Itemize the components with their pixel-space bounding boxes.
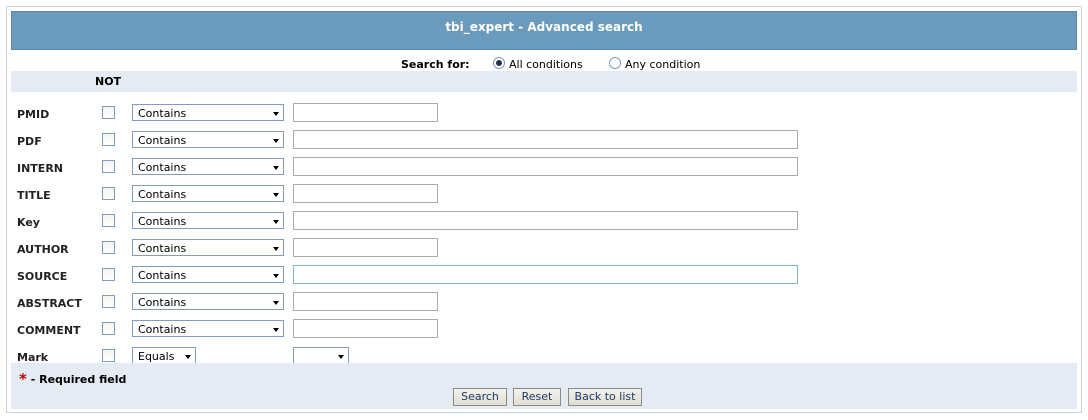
chevron-down-icon [185,355,191,359]
field-label: TITLE [17,189,51,202]
required-field-note: * - Required field [19,369,127,388]
not-checkbox[interactable] [102,187,115,200]
value-input[interactable] [293,184,438,203]
field-label: COMMENT [17,324,81,337]
not-header-band: NOT [11,71,1077,92]
value-input[interactable] [293,157,798,176]
operator-value: Equals [138,350,175,363]
operator-value: Contains [138,215,187,228]
reset-button[interactable]: Reset [513,388,561,406]
chevron-down-icon [273,193,279,197]
not-checkbox[interactable] [102,106,115,119]
chevron-down-icon [338,355,344,359]
field-row-author: AUTHOR Contains [11,235,1077,262]
form-footer: * - Required field Search Reset Back to … [11,363,1077,409]
chevron-down-icon [273,112,279,116]
operator-value: Contains [138,188,187,201]
chevron-down-icon [273,274,279,278]
field-row-abstract: ABSTRACT Contains [11,289,1077,316]
page-title: tbi_expert - Advanced search [445,20,643,34]
field-label: ABSTRACT [17,297,82,310]
chevron-down-icon [273,328,279,332]
chevron-down-icon [273,139,279,143]
chevron-down-icon [273,247,279,251]
not-checkbox[interactable] [102,322,115,335]
value-input[interactable] [293,130,798,149]
not-checkbox[interactable] [102,349,115,362]
field-label: PMID [17,108,50,121]
not-column-header: NOT [95,75,122,88]
value-input[interactable] [293,103,438,122]
operator-value: Contains [138,161,187,174]
value-input[interactable] [293,319,438,338]
field-label: SOURCE [17,270,68,283]
operator-select[interactable]: Contains [132,104,284,121]
operator-select[interactable]: Contains [132,239,284,256]
field-row-source: SOURCE Contains [11,262,1077,289]
not-checkbox[interactable] [102,268,115,281]
field-row-title: TITLE Contains [11,181,1077,208]
panel-header: tbi_expert - Advanced search [11,11,1077,50]
value-input[interactable] [293,238,438,257]
any-condition-label[interactable]: Any condition [625,58,700,71]
field-row-key: Key Contains [11,208,1077,235]
search-button[interactable]: Search [453,388,507,406]
not-checkbox[interactable] [102,241,115,254]
back-to-list-button[interactable]: Back to list [568,388,642,406]
search-panel: tbi_expert - Advanced search Search for:… [6,6,1082,413]
not-checkbox[interactable] [102,214,115,227]
required-star-icon: * [19,370,27,388]
not-checkbox[interactable] [102,295,115,308]
value-input[interactable] [293,292,438,311]
any-condition-radio[interactable] [609,57,621,69]
chevron-down-icon [273,220,279,224]
value-input[interactable] [293,265,798,284]
operator-value: Contains [138,107,187,120]
operator-select[interactable]: Contains [132,266,284,283]
not-checkbox[interactable] [102,133,115,146]
field-label: Key [17,216,40,229]
field-label: PDF [17,135,42,148]
chevron-down-icon [273,301,279,305]
operator-select[interactable]: Contains [132,320,284,337]
operator-select[interactable]: Contains [132,158,284,175]
field-row-intern: INTERN Contains [11,154,1077,181]
required-note-text: - Required field [30,373,127,386]
operator-value: Contains [138,323,187,336]
operator-value: Contains [138,269,187,282]
field-row-pdf: PDF Contains [11,127,1077,154]
field-row-pmid: PMID Contains [11,100,1077,127]
chevron-down-icon [273,166,279,170]
field-label: AUTHOR [17,243,69,256]
operator-select[interactable]: Equals [132,347,196,364]
operator-select[interactable]: Contains [132,185,284,202]
operator-select[interactable]: Contains [132,131,284,148]
not-checkbox[interactable] [102,160,115,173]
all-conditions-label[interactable]: All conditions [509,58,583,71]
operator-value: Contains [138,296,187,309]
operator-value: Contains [138,242,187,255]
operator-value: Contains [138,134,187,147]
operator-select[interactable]: Contains [132,212,284,229]
search-fields: PMID Contains PDF Contains INTERN Contai… [11,93,1077,364]
operator-select[interactable]: Contains [132,293,284,310]
all-conditions-radio[interactable] [493,57,505,69]
field-row-comment: COMMENT Contains [11,316,1077,343]
value-input[interactable] [293,211,798,230]
mark-value-select[interactable] [293,347,349,364]
search-for-label: Search for: [401,58,470,71]
field-label: INTERN [17,162,63,175]
